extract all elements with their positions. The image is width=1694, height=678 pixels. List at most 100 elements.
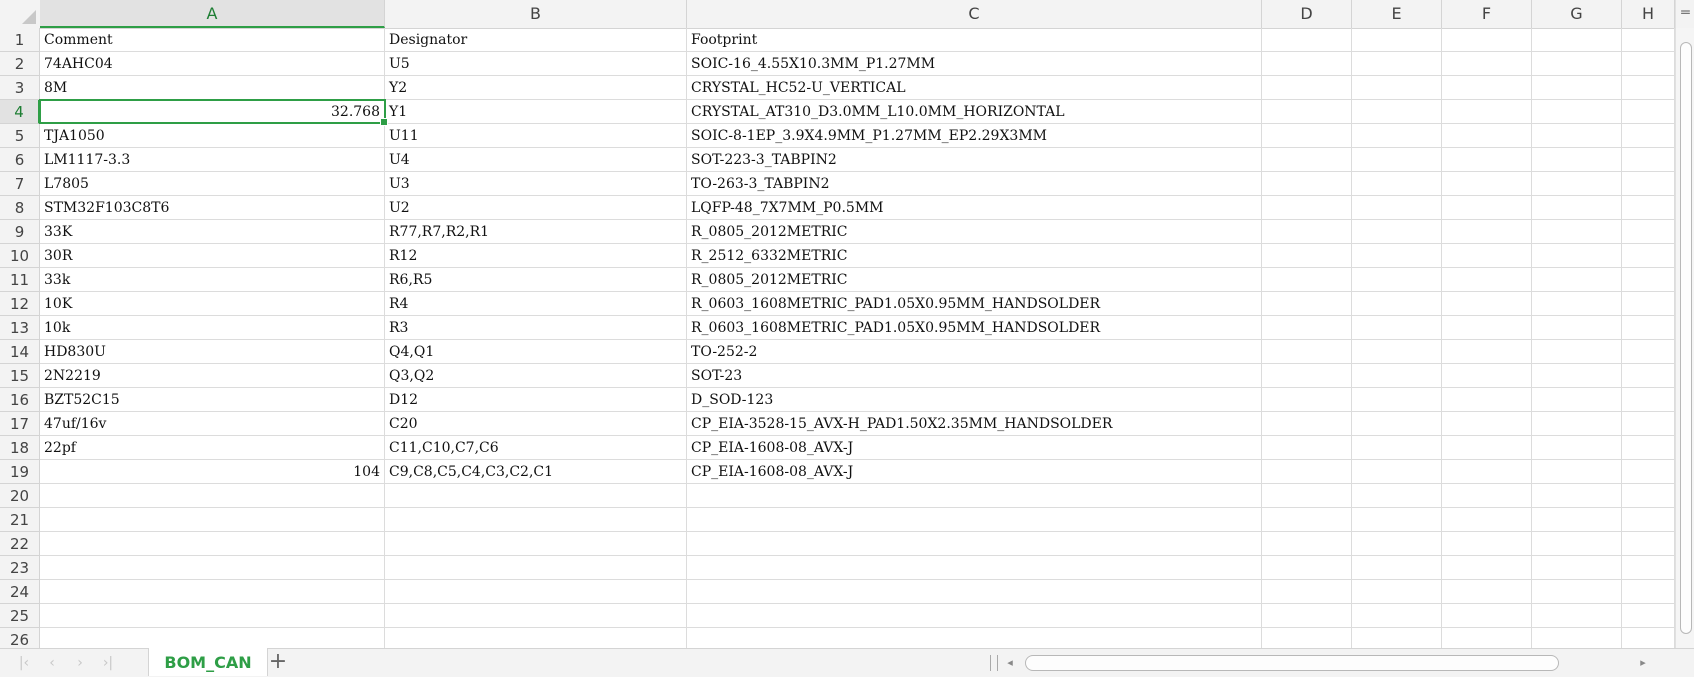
cell-a14[interactable]: HD830U xyxy=(40,340,385,364)
cell-e4[interactable] xyxy=(1352,100,1442,124)
cell-h1[interactable] xyxy=(1622,28,1675,52)
cell-f20[interactable] xyxy=(1442,484,1532,508)
column-header-c[interactable]: C xyxy=(687,0,1262,28)
select-all-corner[interactable] xyxy=(0,0,41,28)
cell-b24[interactable] xyxy=(385,580,687,604)
cell-e12[interactable] xyxy=(1352,292,1442,316)
cell-h9[interactable] xyxy=(1622,220,1675,244)
cell-f3[interactable] xyxy=(1442,76,1532,100)
cell-a3[interactable]: 8M xyxy=(40,76,385,100)
scroll-left-icon[interactable]: ◂ xyxy=(1003,653,1017,673)
row-header-20[interactable]: 20 xyxy=(0,484,40,508)
row-header-16[interactable]: 16 xyxy=(0,388,40,412)
cell-f21[interactable] xyxy=(1442,508,1532,532)
column-header-b[interactable]: B xyxy=(385,0,687,28)
scroll-right-icon[interactable]: ▸ xyxy=(1636,653,1650,673)
row-header-1[interactable]: 1 xyxy=(0,28,40,52)
cell-e25[interactable] xyxy=(1352,604,1442,628)
cell-a24[interactable] xyxy=(40,580,385,604)
cell-b26[interactable] xyxy=(385,628,687,648)
cell-g24[interactable] xyxy=(1532,580,1622,604)
row-header-15[interactable]: 15 xyxy=(0,364,40,388)
cell-d10[interactable] xyxy=(1262,244,1352,268)
cell-d26[interactable] xyxy=(1262,628,1352,648)
cell-f16[interactable] xyxy=(1442,388,1532,412)
cell-e21[interactable] xyxy=(1352,508,1442,532)
split-view-icon[interactable]: ═ xyxy=(1675,0,1694,28)
cell-a20[interactable] xyxy=(40,484,385,508)
cell-b18[interactable]: C11,C10,C7,C6 xyxy=(385,436,687,460)
cell-g7[interactable] xyxy=(1532,172,1622,196)
cell-e19[interactable] xyxy=(1352,460,1442,484)
row-header-12[interactable]: 12 xyxy=(0,292,40,316)
sheet-tab-bom-can[interactable]: BOM_CAN xyxy=(148,648,268,676)
cell-b23[interactable] xyxy=(385,556,687,580)
cell-g14[interactable] xyxy=(1532,340,1622,364)
cell-d9[interactable] xyxy=(1262,220,1352,244)
cell-d17[interactable] xyxy=(1262,412,1352,436)
cell-h20[interactable] xyxy=(1622,484,1675,508)
cell-f18[interactable] xyxy=(1442,436,1532,460)
cell-g21[interactable] xyxy=(1532,508,1622,532)
cell-e18[interactable] xyxy=(1352,436,1442,460)
cell-b13[interactable]: R3 xyxy=(385,316,687,340)
cell-c23[interactable] xyxy=(687,556,1262,580)
cell-g13[interactable] xyxy=(1532,316,1622,340)
cell-c14[interactable]: TO-252-2 xyxy=(687,340,1262,364)
cell-a19[interactable]: 104 xyxy=(40,460,385,484)
cell-d3[interactable] xyxy=(1262,76,1352,100)
cell-c3[interactable]: CRYSTAL_HC52-U_VERTICAL xyxy=(687,76,1262,100)
cell-c15[interactable]: SOT-23 xyxy=(687,364,1262,388)
row-header-17[interactable]: 17 xyxy=(0,412,40,436)
row-header-9[interactable]: 9 xyxy=(0,220,40,244)
cell-c13[interactable]: R_0603_1608METRIC_PAD1.05X0.95MM_HANDSOL… xyxy=(687,316,1262,340)
cell-b5[interactable]: U11 xyxy=(385,124,687,148)
cell-b2[interactable]: U5 xyxy=(385,52,687,76)
cell-a17[interactable]: 47uf/16v xyxy=(40,412,385,436)
first-sheet-icon[interactable]: |‹ xyxy=(14,653,34,673)
cell-c24[interactable] xyxy=(687,580,1262,604)
cell-h26[interactable] xyxy=(1622,628,1675,648)
cell-d21[interactable] xyxy=(1262,508,1352,532)
cell-h4[interactable] xyxy=(1622,100,1675,124)
cell-d25[interactable] xyxy=(1262,604,1352,628)
cell-a21[interactable] xyxy=(40,508,385,532)
cell-c7[interactable]: TO-263-3_TABPIN2 xyxy=(687,172,1262,196)
cell-f26[interactable] xyxy=(1442,628,1532,648)
cell-e17[interactable] xyxy=(1352,412,1442,436)
cell-e16[interactable] xyxy=(1352,388,1442,412)
prev-sheet-icon[interactable]: ‹ xyxy=(42,653,62,673)
row-header-22[interactable]: 22 xyxy=(0,532,40,556)
row-header-3[interactable]: 3 xyxy=(0,76,40,100)
cell-g10[interactable] xyxy=(1532,244,1622,268)
cell-f9[interactable] xyxy=(1442,220,1532,244)
cell-e2[interactable] xyxy=(1352,52,1442,76)
cell-a1[interactable]: Comment xyxy=(40,28,385,52)
cell-d13[interactable] xyxy=(1262,316,1352,340)
cell-e10[interactable] xyxy=(1352,244,1442,268)
cell-h23[interactable] xyxy=(1622,556,1675,580)
cell-e22[interactable] xyxy=(1352,532,1442,556)
cell-a16[interactable]: BZT52C15 xyxy=(40,388,385,412)
cell-h6[interactable] xyxy=(1622,148,1675,172)
row-header-2[interactable]: 2 xyxy=(0,52,40,76)
next-sheet-icon[interactable]: › xyxy=(70,653,90,673)
cell-g9[interactable] xyxy=(1532,220,1622,244)
cell-h24[interactable] xyxy=(1622,580,1675,604)
cell-b25[interactable] xyxy=(385,604,687,628)
cell-f23[interactable] xyxy=(1442,556,1532,580)
cell-d15[interactable] xyxy=(1262,364,1352,388)
cell-g12[interactable] xyxy=(1532,292,1622,316)
cell-h12[interactable] xyxy=(1622,292,1675,316)
cell-b16[interactable]: D12 xyxy=(385,388,687,412)
cell-g22[interactable] xyxy=(1532,532,1622,556)
row-header-7[interactable]: 7 xyxy=(0,172,40,196)
cell-h7[interactable] xyxy=(1622,172,1675,196)
cell-c5[interactable]: SOIC-8-1EP_3.9X4.9MM_P1.27MM_EP2.29X3MM xyxy=(687,124,1262,148)
cell-g5[interactable] xyxy=(1532,124,1622,148)
cell-g4[interactable] xyxy=(1532,100,1622,124)
cell-h8[interactable] xyxy=(1622,196,1675,220)
cell-e11[interactable] xyxy=(1352,268,1442,292)
cell-f13[interactable] xyxy=(1442,316,1532,340)
cell-c17[interactable]: CP_EIA-3528-15_AVX-H_PAD1.50X2.35MM_HAND… xyxy=(687,412,1262,436)
